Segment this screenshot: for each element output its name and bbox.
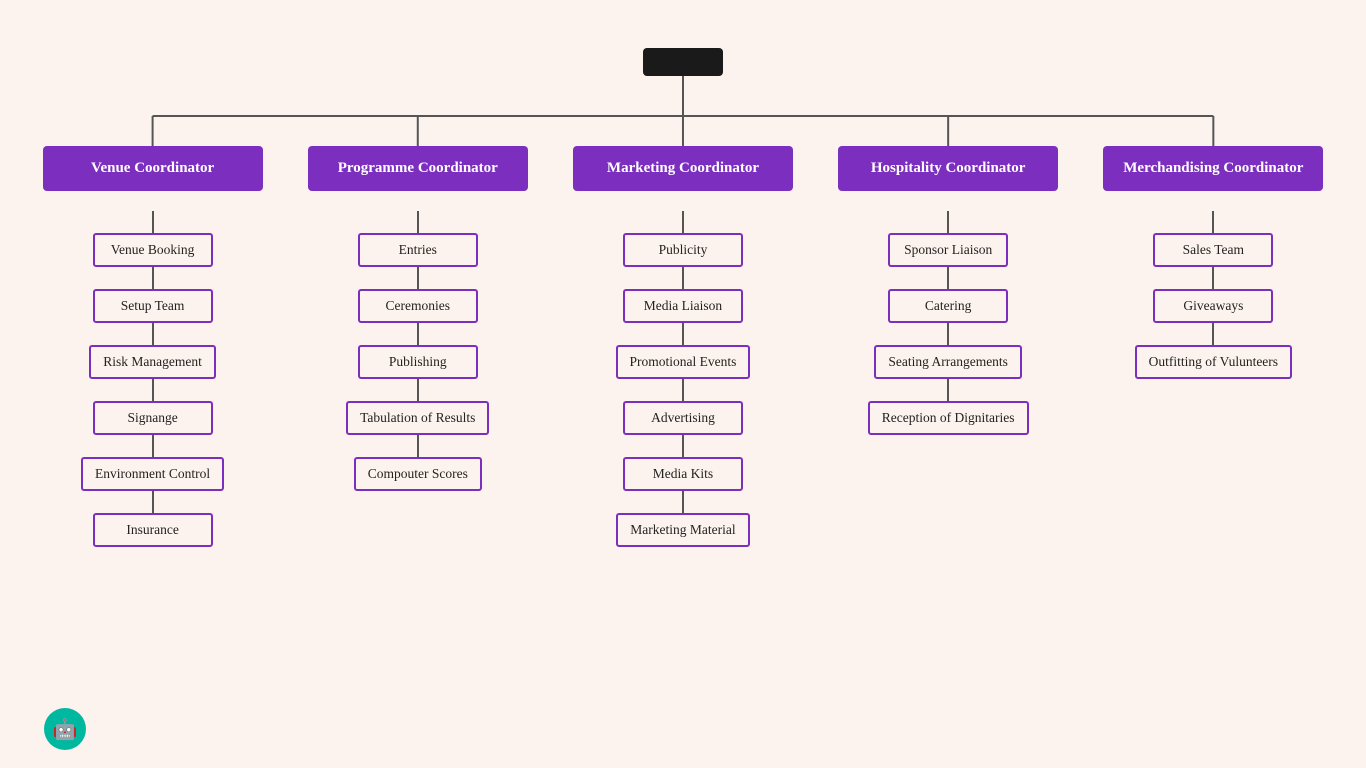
list-item: Promotional Events <box>573 323 793 379</box>
list-item: Risk Management <box>43 323 263 379</box>
list-item: Sales Team <box>1103 211 1323 267</box>
coordinator-col-merchandising: Merchandising Coordinator Sales Team Givea… <box>1103 146 1323 547</box>
list-item: Outfitting of Vulunteers <box>1103 323 1323 379</box>
list-item: Ceremonies <box>308 267 528 323</box>
child-node-marketing-1: Media Liaison <box>623 289 743 323</box>
child-node-merchandising-1: Giveaways <box>1153 289 1273 323</box>
coordinator-node-marketing: Marketing Coordinator <box>573 146 793 191</box>
connector-line <box>152 435 154 457</box>
child-node-marketing-2: Promotional Events <box>616 345 751 379</box>
connector-line <box>1212 267 1214 289</box>
child-node-venue-0: Venue Booking <box>93 233 213 267</box>
list-item: Compouter Scores <box>308 435 528 491</box>
child-node-venue-3: Signange <box>93 401 213 435</box>
list-item: Venue Booking <box>43 211 263 267</box>
list-item: Environment Control <box>43 435 263 491</box>
connector-line <box>417 379 419 401</box>
connector-line <box>947 211 949 233</box>
child-node-programme-2: Publishing <box>358 345 478 379</box>
child-node-venue-2: Risk Management <box>89 345 216 379</box>
children-list-merchandising: Sales Team Giveaways Outfitting of Vulunte… <box>1103 211 1323 379</box>
child-node-merchandising-0: Sales Team <box>1153 233 1273 267</box>
child-node-venue-4: Environment Control <box>81 457 224 491</box>
children-list-hospitality: Sponsor Liaison Catering Seating Arrangeme… <box>838 211 1058 435</box>
connector-line <box>947 323 949 345</box>
list-item: Advertising <box>573 379 793 435</box>
connector-line <box>682 491 684 513</box>
child-node-venue-5: Insurance <box>93 513 213 547</box>
connector-line <box>947 379 949 401</box>
root-node <box>643 48 723 76</box>
child-node-marketing-0: Publicity <box>623 233 743 267</box>
list-item: Media Kits <box>573 435 793 491</box>
list-item: Reception of Dignitaries <box>838 379 1058 435</box>
child-node-marketing-4: Media Kits <box>623 457 743 491</box>
connector-line <box>152 211 154 233</box>
child-node-marketing-3: Advertising <box>623 401 743 435</box>
connector-line <box>682 211 684 233</box>
connector-line <box>682 267 684 289</box>
bot-icon[interactable]: 🤖 <box>44 708 86 750</box>
connector-line <box>682 323 684 345</box>
child-node-programme-3: Tabulation of Results <box>346 401 489 435</box>
connector-line <box>152 491 154 513</box>
connector-line <box>152 323 154 345</box>
child-node-hospitality-1: Catering <box>888 289 1008 323</box>
coordinator-row: Venue Coordinator Venue Booking Setup Team… <box>10 146 1356 547</box>
coordinator-col-venue: Venue Coordinator Venue Booking Setup Team… <box>43 146 263 547</box>
child-node-programme-0: Entries <box>358 233 478 267</box>
list-item: Marketing Material <box>573 491 793 547</box>
connector-line <box>152 379 154 401</box>
connector-line <box>1212 211 1214 233</box>
list-item: Tabulation of Results <box>308 379 528 435</box>
connector-line <box>417 323 419 345</box>
coordinator-node-venue: Venue Coordinator <box>43 146 263 191</box>
list-item: Publishing <box>308 323 528 379</box>
list-item: Media Liaison <box>573 267 793 323</box>
list-item: Publicity <box>573 211 793 267</box>
connector-line <box>1212 323 1214 345</box>
coordinator-col-programme: Programme Coordinator Entries Ceremonies Pu… <box>308 146 528 547</box>
child-node-hospitality-2: Seating Arrangements <box>874 345 1022 379</box>
list-item: Catering <box>838 267 1058 323</box>
connector-line <box>152 267 154 289</box>
child-node-venue-1: Setup Team <box>93 289 213 323</box>
list-item: Giveaways <box>1103 267 1323 323</box>
coordinator-col-marketing: Marketing Coordinator Publicity Media Liai… <box>573 146 793 547</box>
connector-line <box>417 435 419 457</box>
child-node-hospitality-3: Reception of Dignitaries <box>868 401 1029 435</box>
connector-line <box>682 379 684 401</box>
coordinator-node-merchandising: Merchandising Coordinator <box>1103 146 1323 191</box>
child-node-programme-1: Ceremonies <box>358 289 478 323</box>
children-list-venue: Venue Booking Setup Team Risk Management Si… <box>43 211 263 547</box>
list-item: Seating Arrangements <box>838 323 1058 379</box>
coordinator-col-hospitality: Hospitality Coordinator Sponsor Liaison Ca… <box>838 146 1058 547</box>
list-item: Sponsor Liaison <box>838 211 1058 267</box>
connector-line <box>417 267 419 289</box>
child-node-marketing-5: Marketing Material <box>616 513 749 547</box>
org-chart: Venue Coordinator Venue Booking Setup Team… <box>0 48 1366 547</box>
children-list-programme: Entries Ceremonies Publishing Tabulation of… <box>308 211 528 491</box>
list-item: Insurance <box>43 491 263 547</box>
coordinator-node-hospitality: Hospitality Coordinator <box>838 146 1058 191</box>
connector-line <box>682 435 684 457</box>
connector-line <box>947 267 949 289</box>
children-list-marketing: Publicity Media Liaison Promotional Events… <box>573 211 793 547</box>
connector-line <box>417 211 419 233</box>
list-item: Signange <box>43 379 263 435</box>
coordinator-node-programme: Programme Coordinator <box>308 146 528 191</box>
child-node-programme-4: Compouter Scores <box>354 457 482 491</box>
page-title <box>0 0 1366 48</box>
list-item: Entries <box>308 211 528 267</box>
child-node-hospitality-0: Sponsor Liaison <box>888 233 1008 267</box>
child-node-merchandising-2: Outfitting of Vulunteers <box>1135 345 1292 379</box>
list-item: Setup Team <box>43 267 263 323</box>
